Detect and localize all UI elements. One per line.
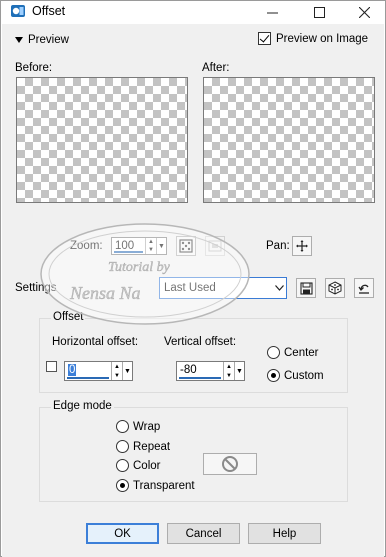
link-offsets-check-box[interactable] — [46, 361, 57, 372]
settings-label: Settings — [15, 282, 57, 294]
vertical-offset-dropdown-arrow[interactable]: ▼ — [234, 362, 244, 380]
preview-on-image-checkbox[interactable]: Preview on Image — [258, 32, 368, 45]
collapse-triangle-icon — [15, 37, 23, 43]
edge-color-option[interactable]: Color — [116, 459, 160, 472]
reset-defaults-button[interactable] — [354, 278, 374, 298]
chevron-down-icon — [272, 285, 286, 291]
dialog-body: Preview Preview on Image Before: After: … — [2, 24, 384, 557]
cancel-button[interactable]: Cancel — [167, 523, 240, 544]
maximize-button[interactable] — [300, 1, 338, 23]
after-label: After: — [202, 62, 230, 74]
save-icon — [299, 281, 313, 295]
pan-cross-icon — [296, 240, 308, 252]
svg-text:Nensa Na: Nensa Na — [69, 283, 141, 303]
reset-icon — [358, 284, 369, 294]
pan-button[interactable] — [292, 236, 312, 256]
horizontal-offset-value[interactable]: 0 — [68, 364, 77, 376]
dice-icon — [328, 281, 342, 295]
offset-center-option[interactable]: Center — [267, 346, 319, 359]
vertical-offset-value[interactable]: -80 — [180, 364, 197, 376]
settings-preset-value: Last Used — [164, 282, 216, 294]
offset-custom-option[interactable]: Custom — [267, 369, 324, 382]
pan-label: Pan: — [266, 240, 290, 252]
svg-text:Tutorial by: Tutorial by — [108, 260, 171, 275]
preview-on-image-label: Preview on Image — [276, 32, 369, 45]
offset-dialog: Offset Preview Preview on Image Before: … — [0, 0, 386, 557]
vertical-offset-spin-arrows[interactable]: ▲ ▼ — [223, 362, 234, 380]
zoom-fit-icon — [179, 239, 193, 253]
preview-on-image-check-box[interactable] — [258, 32, 271, 45]
randomize-button[interactable] — [325, 278, 345, 298]
offset-center-radio[interactable] — [267, 346, 280, 359]
title-bar: Offset — [1, 1, 385, 23]
zoom-actual-size-button[interactable] — [205, 236, 225, 256]
edge-color-radio[interactable] — [116, 459, 129, 472]
edge-transparent-option[interactable]: Transparent — [116, 479, 195, 492]
before-preview-pane[interactable] — [16, 77, 188, 203]
no-color-icon — [222, 456, 238, 472]
edge-repeat-option[interactable]: Repeat — [116, 440, 170, 453]
psp-app-icon — [11, 5, 25, 17]
zoom-dropdown-arrow[interactable]: ▼ — [156, 238, 166, 254]
window-title: Offset — [32, 4, 66, 18]
zoom-label: Zoom: — [70, 240, 103, 252]
horizontal-offset-dropdown-arrow[interactable]: ▼ — [122, 362, 132, 380]
help-button[interactable]: Help — [248, 523, 321, 544]
edge-transparent-radio[interactable] — [116, 479, 129, 492]
offset-custom-label: Custom — [284, 369, 324, 382]
edge-transparent-label: Transparent — [133, 479, 195, 492]
close-button[interactable] — [345, 1, 383, 23]
edge-repeat-radio[interactable] — [116, 440, 129, 453]
offset-center-label: Center — [284, 346, 319, 359]
minimize-button[interactable] — [253, 1, 291, 23]
vertical-offset-input[interactable]: -80 ▲ ▼ ▼ — [176, 361, 245, 381]
zoom-input[interactable]: 100 ▲ ▼ ▼ — [111, 237, 167, 255]
horizontal-offset-spin-arrows[interactable]: ▲ ▼ — [111, 362, 122, 380]
edge-wrap-option[interactable]: Wrap — [116, 420, 160, 433]
offset-custom-radio[interactable] — [267, 369, 280, 382]
ok-button[interactable]: OK — [86, 523, 159, 544]
link-offsets-checkbox[interactable] — [46, 361, 57, 372]
preview-toggle[interactable]: Preview — [15, 34, 69, 46]
edge-color-swatch[interactable] — [203, 453, 257, 475]
zoom-spin-arrows[interactable]: ▲ ▼ — [145, 238, 156, 254]
horizontal-offset-input[interactable]: 0 ▲ ▼ ▼ — [64, 361, 133, 381]
edge-wrap-radio[interactable] — [116, 420, 129, 433]
edge-mode-group-title: Edge mode — [51, 400, 114, 412]
before-label: Before: — [15, 62, 53, 74]
horizontal-offset-label: Horizontal offset: — [52, 336, 139, 348]
edge-repeat-label: Repeat — [133, 440, 171, 453]
minimize-icon — [266, 12, 278, 13]
edge-color-label: Color — [133, 459, 161, 472]
zoom-fit-button[interactable] — [176, 236, 196, 256]
close-icon — [358, 6, 370, 18]
preview-toggle-label: Preview — [28, 34, 69, 46]
settings-preset-select[interactable]: Last Used — [159, 277, 287, 299]
edge-wrap-label: Wrap — [133, 420, 161, 433]
after-preview-pane[interactable] — [203, 77, 375, 203]
offset-group-title: Offset — [51, 311, 86, 323]
actual-size-icon — [208, 240, 222, 252]
save-preset-button[interactable] — [296, 278, 316, 298]
maximize-icon — [313, 6, 325, 18]
vertical-offset-label: Vertical offset: — [164, 336, 237, 348]
